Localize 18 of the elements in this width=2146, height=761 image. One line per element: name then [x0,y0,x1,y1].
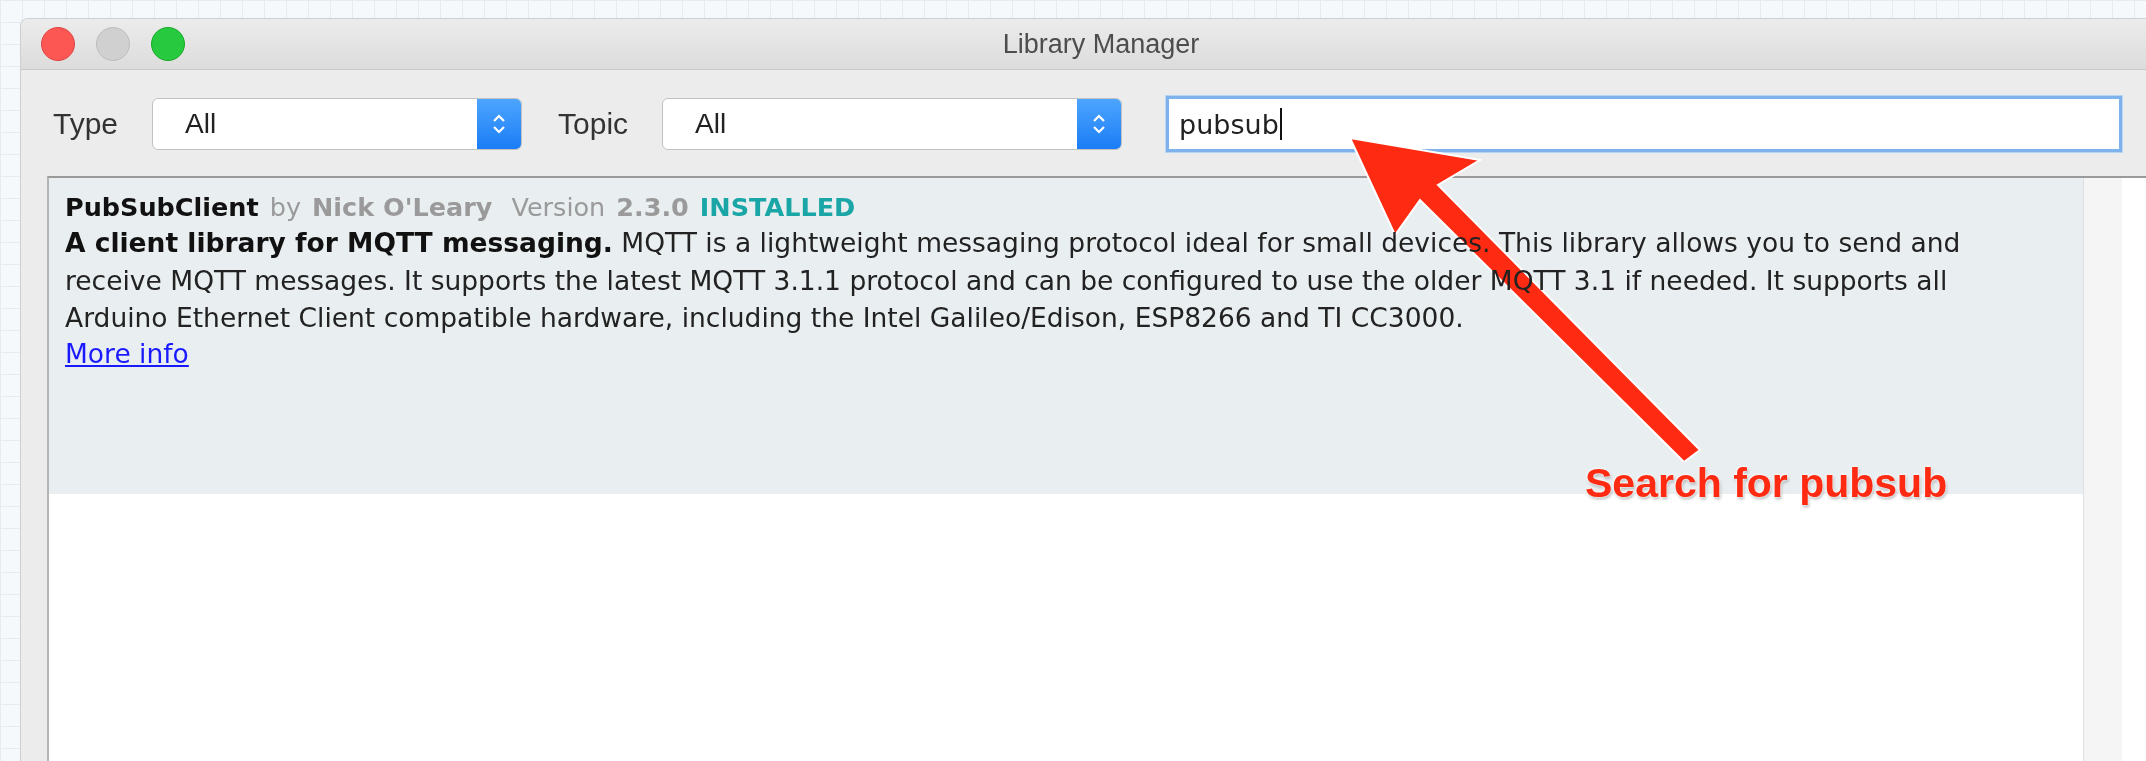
library-version: 2.3.0 [616,191,689,224]
zoom-button[interactable] [151,27,185,61]
annotation-label: Search for pubsub [1585,460,1948,507]
status-label: INSTALLED [699,191,856,224]
version-label: Version [511,191,606,224]
library-name: PubSubClient [65,191,259,224]
window-title: Library Manager [1002,28,1200,60]
close-button[interactable] [41,27,75,61]
by-label: by [269,191,301,224]
more-info-link[interactable]: More info [65,337,189,369]
filter-dropdown[interactable]: All [152,98,523,150]
filter-label: Topic [558,107,629,141]
stepper-icon [1077,99,1122,149]
stepper-icon [477,99,522,149]
filter-dropdown[interactable]: All [662,98,1123,150]
library-author: Nick O'Leary [312,191,493,224]
search-field[interactable]: pubsub [1166,96,2122,152]
filter-label: Type [53,107,119,141]
